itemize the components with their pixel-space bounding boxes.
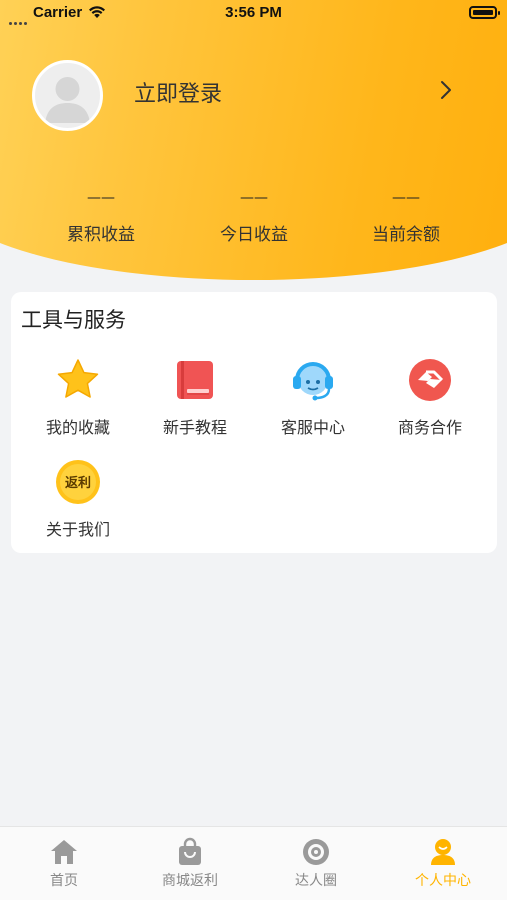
star-icon: [57, 359, 99, 398]
tool-label: 客服中心: [280, 418, 345, 437]
tools-services-card: 工具与服务 我的收藏 新手教程 客服中心 商务合作 返利 关于我们: [11, 292, 497, 553]
tool-business[interactable]: 商务合作: [370, 356, 490, 438]
status-bar: Carrier 3:56 PM: [0, 0, 507, 26]
tab-label: 达人圈: [295, 873, 337, 889]
stat-value: ——: [240, 190, 268, 206]
default-avatar-icon: [45, 77, 90, 123]
tool-favorites[interactable]: 我的收藏: [18, 356, 138, 438]
tool-label: 商务合作: [397, 418, 462, 437]
stat-today[interactable]: —— 今日收益: [184, 190, 324, 245]
stat-accumulated[interactable]: —— 累积收益: [31, 190, 171, 245]
avatar[interactable]: [32, 60, 103, 131]
rebate-badge-icon: 返利: [56, 460, 100, 504]
tab-home[interactable]: 首页: [1, 837, 127, 890]
tab-influencer-circle[interactable]: 达人圈: [253, 837, 379, 890]
stat-value: ——: [87, 190, 115, 206]
tool-label: 新手教程: [162, 418, 227, 437]
tab-personal-center[interactable]: 个人中心: [380, 837, 506, 890]
tab-label: 个人中心: [415, 873, 471, 889]
stat-label: 累积收益: [67, 225, 135, 245]
tab-shop-rebate[interactable]: 商城返利: [127, 837, 253, 890]
home-icon: [51, 840, 77, 864]
stat-label: 今日收益: [220, 225, 288, 245]
chevron-right-icon[interactable]: [436, 78, 456, 102]
circle-icon: [303, 839, 329, 865]
tab-label: 商城返利: [162, 873, 218, 889]
tool-label: 我的收藏: [45, 418, 110, 437]
tool-about-us[interactable]: 返利 关于我们: [18, 458, 138, 540]
rebate-badge-text: 返利: [65, 475, 91, 491]
stat-balance[interactable]: —— 当前余额: [336, 190, 476, 245]
profile-header: Carrier 3:56 PM 立即登录 —— 累积收益 —— 今日收益 —— …: [0, 0, 507, 300]
card-title: 工具与服务: [21, 308, 126, 332]
tool-label: 关于我们: [45, 520, 110, 539]
stat-label: 当前余额: [372, 225, 440, 245]
bottom-tab-bar: 首页 商城返利 达人圈 个人中心: [0, 826, 507, 900]
user-icon: [431, 839, 455, 865]
book-icon: [177, 361, 213, 399]
stat-value: ——: [392, 190, 420, 206]
tool-tutorial[interactable]: 新手教程: [135, 356, 255, 438]
login-link[interactable]: 立即登录: [134, 76, 222, 108]
handshake-icon: [409, 359, 451, 401]
earnings-stats: —— 累积收益 —— 今日收益 —— 当前余额: [0, 190, 507, 252]
tool-customer-service[interactable]: 客服中心: [253, 356, 373, 438]
customer-service-icon: [293, 362, 333, 401]
shopping-bag-icon: [179, 837, 201, 865]
battery-icon: [469, 6, 500, 19]
clock: 3:56 PM: [225, 4, 282, 21]
tab-label: 首页: [50, 873, 78, 889]
